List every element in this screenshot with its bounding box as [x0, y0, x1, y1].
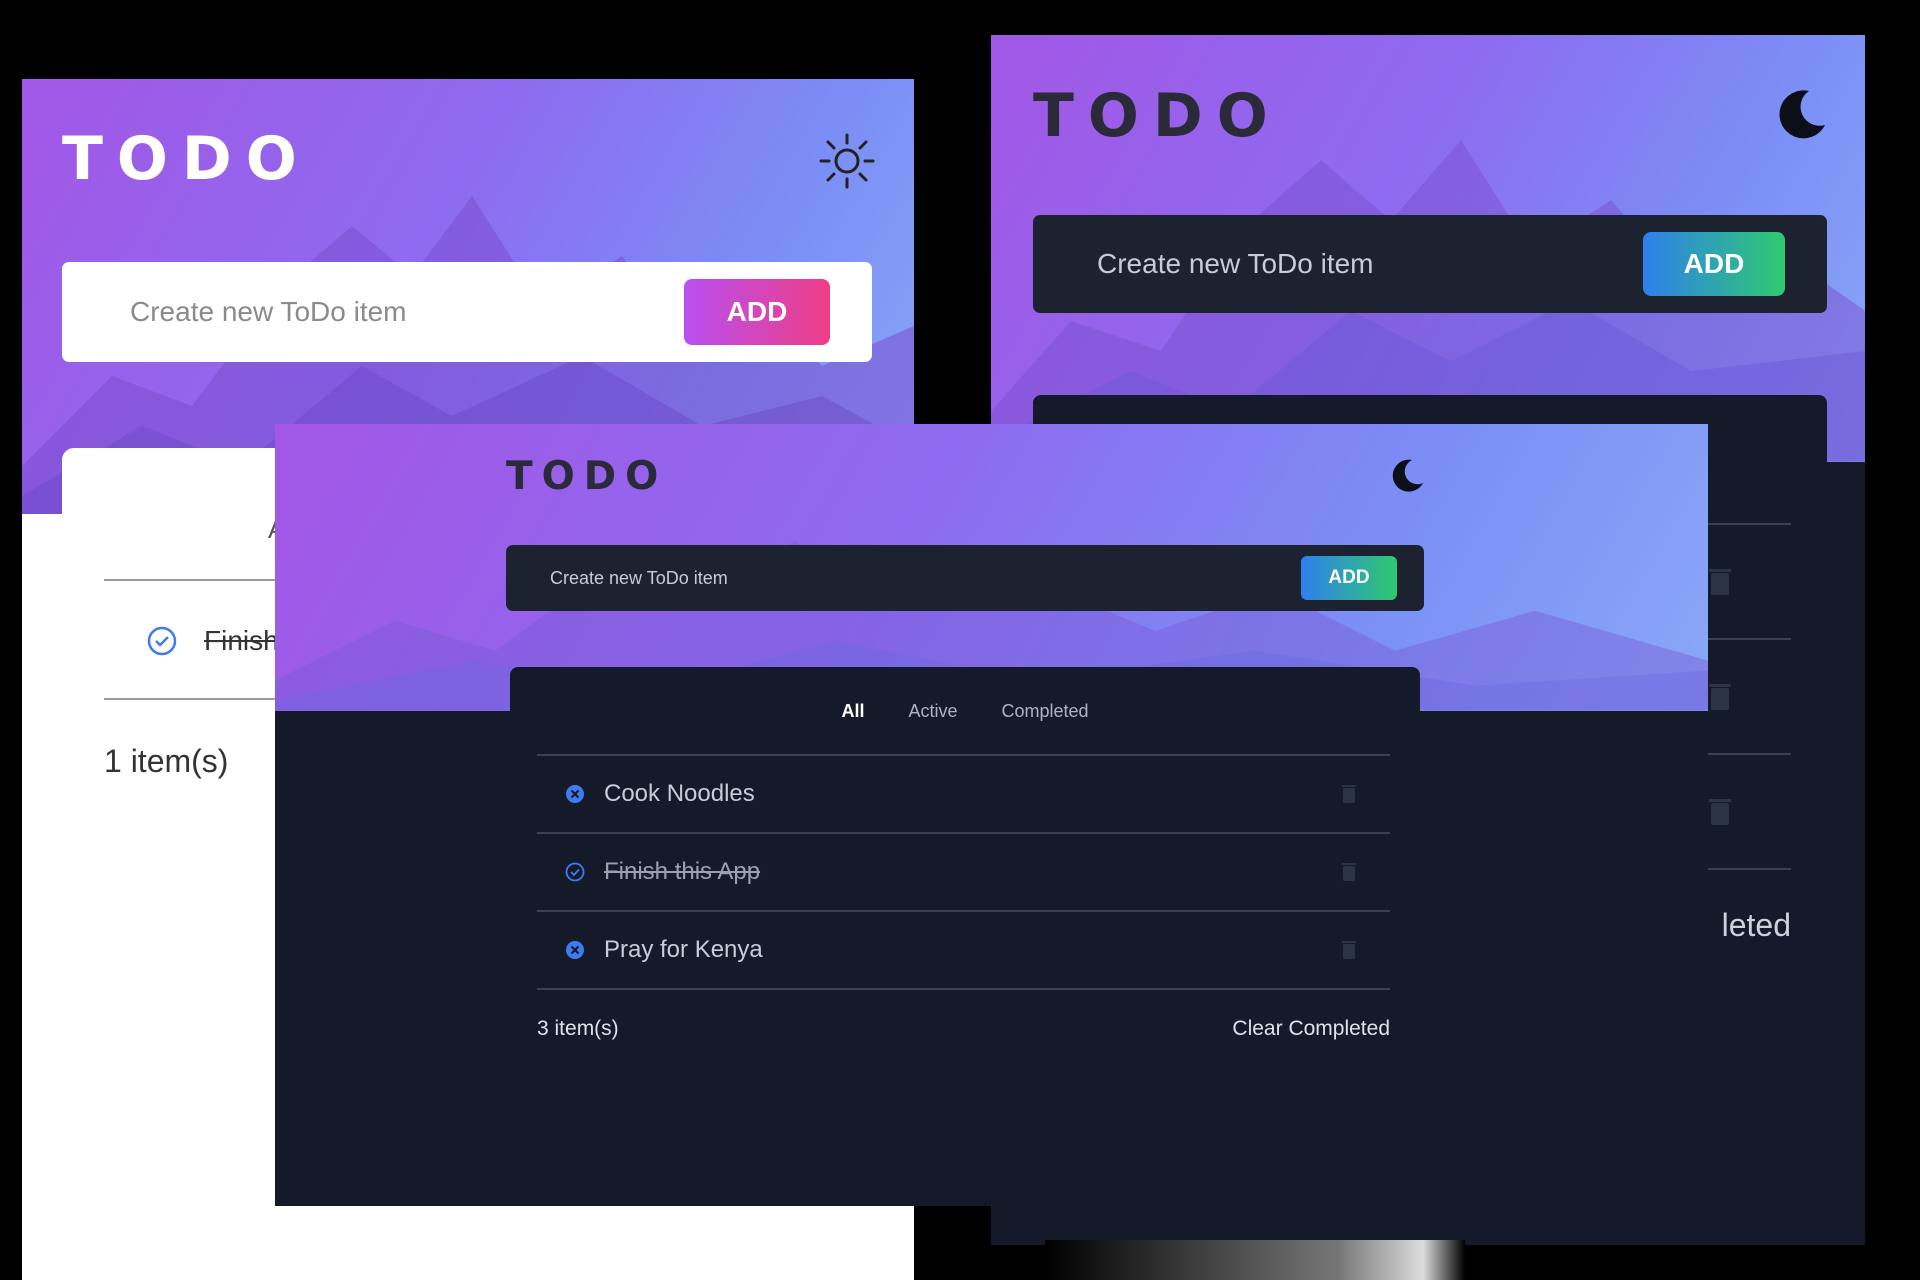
new-todo-input[interactable]: Create new ToDo item ADD — [506, 545, 1424, 611]
trash-icon[interactable] — [1342, 784, 1356, 804]
new-todo-input[interactable]: Create new ToDo item ADD — [1033, 215, 1827, 313]
todo-text: Finish this App — [604, 858, 761, 885]
sun-icon[interactable] — [817, 131, 877, 191]
trash-icon[interactable] — [1342, 940, 1356, 960]
clear-completed-button[interactable]: Clear Completed — [1195, 1017, 1390, 1041]
todo-text: Pray for Kenya — [604, 936, 763, 963]
trash-icon[interactable] — [1709, 797, 1731, 827]
add-button[interactable]: ADD — [684, 279, 830, 345]
check-circle-icon[interactable] — [565, 862, 585, 882]
x-circle-icon[interactable] — [565, 940, 585, 960]
moon-icon[interactable] — [1387, 456, 1425, 494]
add-button[interactable]: ADD — [1643, 232, 1785, 296]
todo-item[interactable]: Cook Noodles — [537, 756, 1390, 832]
check-circle-icon[interactable] — [146, 625, 178, 657]
trash-icon[interactable] — [1342, 862, 1356, 882]
todo-text: Finish — [204, 625, 279, 656]
items-left-count: 1 item(s) — [104, 743, 229, 779]
app-title: TODO — [1033, 81, 1282, 151]
app-title: TODO — [62, 124, 311, 194]
add-button[interactable]: ADD — [1301, 556, 1397, 600]
divider — [537, 988, 1390, 990]
tab-active[interactable]: Active — [908, 701, 957, 722]
todo-item[interactable]: Finish — [146, 625, 279, 657]
items-left-count: 3 item(s) — [537, 1017, 619, 1040]
tab-all[interactable]: All — [841, 701, 864, 722]
new-todo-input[interactable]: Create new ToDo item ADD — [62, 262, 872, 362]
todo-item[interactable]: Finish this App — [537, 834, 1390, 910]
x-circle-icon[interactable] — [565, 784, 585, 804]
new-todo-placeholder: Create new ToDo item — [550, 567, 728, 588]
filter-tabs: All Active Completed — [510, 667, 1420, 755]
dark-theme-screen-front: TODO Create new ToDo item ADD All Active… — [275, 424, 1708, 1206]
todo-list-card: All Active Completed Cook Noodles Finish… — [510, 667, 1420, 1012]
moon-icon[interactable] — [1771, 85, 1829, 143]
todo-text: Cook Noodles — [604, 780, 755, 807]
trash-icon[interactable] — [1709, 567, 1731, 597]
todo-item[interactable]: Pray for Kenya — [537, 912, 1390, 988]
background-reflection — [1045, 1240, 1465, 1280]
trash-icon[interactable] — [1709, 682, 1731, 712]
new-todo-placeholder: Create new ToDo item — [130, 296, 407, 327]
app-title: TODO — [506, 454, 668, 499]
tab-completed[interactable]: Completed — [1002, 701, 1089, 722]
new-todo-placeholder: Create new ToDo item — [1097, 248, 1374, 279]
